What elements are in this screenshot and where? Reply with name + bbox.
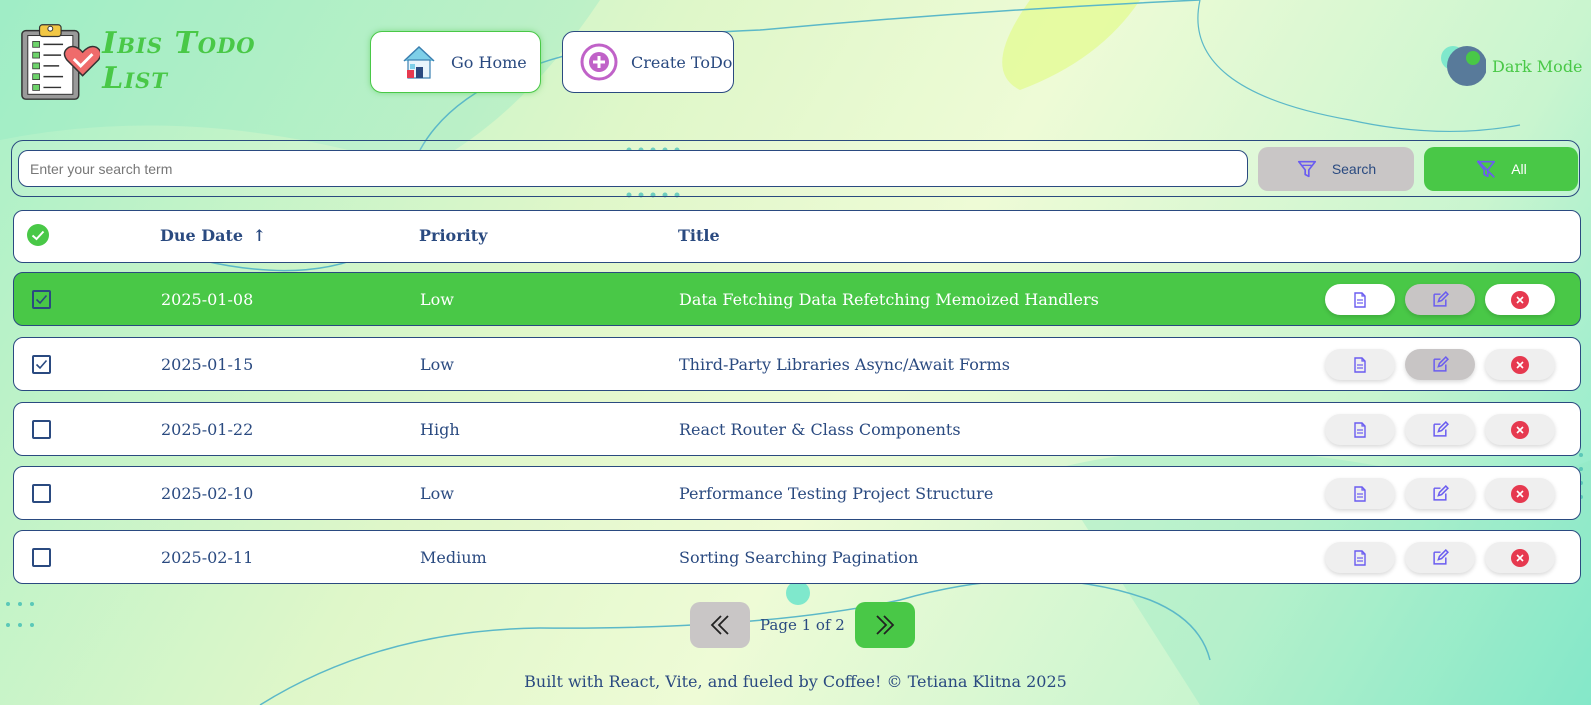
edit-icon xyxy=(1432,356,1449,372)
row-priority: Low xyxy=(420,484,454,503)
document-icon xyxy=(1354,356,1366,373)
view-button[interactable] xyxy=(1325,284,1395,315)
chevrons-left-icon xyxy=(710,615,729,635)
footer-text: Built with React, Vite, and fueled by Co… xyxy=(524,672,1067,691)
app-logo: Ibis Todo List xyxy=(18,18,328,104)
show-all-label: All xyxy=(1511,161,1527,177)
table-header: Due Date ↑ Priority Title xyxy=(13,210,1581,263)
table-row[interactable]: 2025-01-15 Low Third-Party Libraries Async… xyxy=(13,337,1581,391)
row-priority: Medium xyxy=(420,548,487,567)
table-row[interactable]: 2025-01-08 Low Data Fetching Data Refetchi… xyxy=(13,272,1581,326)
view-button[interactable] xyxy=(1325,542,1395,573)
view-button[interactable] xyxy=(1325,414,1395,445)
row-due-date: 2025-02-11 xyxy=(161,548,254,567)
show-all-button[interactable]: All xyxy=(1424,147,1578,191)
row-priority: High xyxy=(420,420,460,439)
row-due-date: 2025-01-08 xyxy=(161,290,254,309)
row-due-date: 2025-02-10 xyxy=(161,484,254,503)
column-priority[interactable]: Priority xyxy=(419,226,487,245)
app-title: Ibis Todo List xyxy=(102,26,256,96)
edit-button[interactable] xyxy=(1405,542,1475,573)
row-priority: Low xyxy=(420,355,454,374)
go-home-button[interactable]: Go Home xyxy=(370,31,541,93)
row-checkbox[interactable] xyxy=(32,484,51,503)
edit-icon xyxy=(1432,485,1449,501)
search-bar: Search All xyxy=(11,140,1580,197)
search-button-label: Search xyxy=(1331,161,1377,177)
delete-button[interactable] xyxy=(1485,414,1555,445)
table-row[interactable]: 2025-02-10 Low Performance Testing Project… xyxy=(13,466,1581,520)
dark-mode-label: Dark Mode xyxy=(1492,56,1583,76)
edit-icon xyxy=(1432,291,1449,307)
edit-button[interactable] xyxy=(1405,349,1475,380)
row-checkbox[interactable] xyxy=(32,355,51,374)
edit-button[interactable] xyxy=(1405,414,1475,445)
row-priority: Low xyxy=(420,290,454,309)
page-indicator: Page 1 of 2 xyxy=(760,616,845,634)
close-circle-icon xyxy=(1511,484,1529,503)
edit-icon xyxy=(1432,549,1449,565)
delete-button[interactable] xyxy=(1485,478,1555,509)
row-title: Data Fetching Data Refetching Memoized H… xyxy=(679,290,1099,309)
checkmark-icon xyxy=(35,359,48,370)
filter-icon xyxy=(1297,160,1316,178)
column-due-date-label: Due Date xyxy=(160,226,244,245)
plus-circle-icon xyxy=(580,43,618,81)
checkmark-icon xyxy=(35,294,48,305)
view-button[interactable] xyxy=(1325,349,1395,380)
row-title: React Router & Class Components xyxy=(679,420,961,439)
previous-page-button[interactable] xyxy=(690,602,750,648)
pagination: Page 1 of 2 xyxy=(690,602,915,648)
row-checkbox[interactable] xyxy=(32,290,51,309)
edit-button[interactable] xyxy=(1405,284,1475,315)
close-circle-icon xyxy=(1511,420,1529,439)
close-circle-icon xyxy=(1511,290,1529,309)
chevrons-right-icon xyxy=(876,615,895,635)
create-todo-label: Create ToDo xyxy=(631,52,733,72)
row-checkbox[interactable] xyxy=(32,420,51,439)
row-title: Sorting Searching Pagination xyxy=(679,548,919,567)
delete-button[interactable] xyxy=(1485,284,1555,315)
document-icon xyxy=(1354,291,1366,308)
row-title: Performance Testing Project Structure xyxy=(679,484,994,503)
delete-button[interactable] xyxy=(1485,349,1555,380)
document-icon xyxy=(1354,549,1366,566)
row-title: Third-Party Libraries Async/Await Forms xyxy=(679,355,1010,374)
close-circle-icon xyxy=(1511,548,1529,567)
next-page-button[interactable] xyxy=(854,602,915,648)
sort-arrow-icon: ↑ xyxy=(252,226,267,245)
table-row[interactable]: 2025-02-11 Medium Sorting Searching Pagina… xyxy=(13,530,1581,584)
table-row[interactable]: 2025-01-22 High React Router & Class Compo… xyxy=(13,402,1581,456)
search-button[interactable]: Search xyxy=(1258,147,1414,191)
document-icon xyxy=(1354,421,1366,438)
document-icon xyxy=(1354,485,1366,502)
clipboard-heart-icon xyxy=(21,24,101,100)
dark-mode-toggle[interactable]: Dark Mode xyxy=(1438,44,1583,88)
edit-button[interactable] xyxy=(1405,478,1475,509)
search-input[interactable] xyxy=(18,150,1248,187)
row-due-date: 2025-01-15 xyxy=(161,355,254,374)
row-checkbox[interactable] xyxy=(32,548,51,567)
go-home-label: Go Home xyxy=(451,52,527,72)
view-button[interactable] xyxy=(1325,478,1395,509)
create-todo-button[interactable]: Create ToDo xyxy=(562,31,734,93)
edit-icon xyxy=(1432,421,1449,437)
column-due-date[interactable]: Due Date ↑ xyxy=(160,226,266,245)
column-title[interactable]: Title xyxy=(678,226,720,245)
delete-button[interactable] xyxy=(1485,542,1555,573)
close-circle-icon xyxy=(1511,355,1529,374)
house-icon xyxy=(403,45,435,79)
check-circle-icon[interactable] xyxy=(26,223,50,247)
row-due-date: 2025-01-22 xyxy=(161,420,254,439)
toggle-switch-icon xyxy=(1441,46,1486,86)
filter-off-icon xyxy=(1477,160,1496,178)
